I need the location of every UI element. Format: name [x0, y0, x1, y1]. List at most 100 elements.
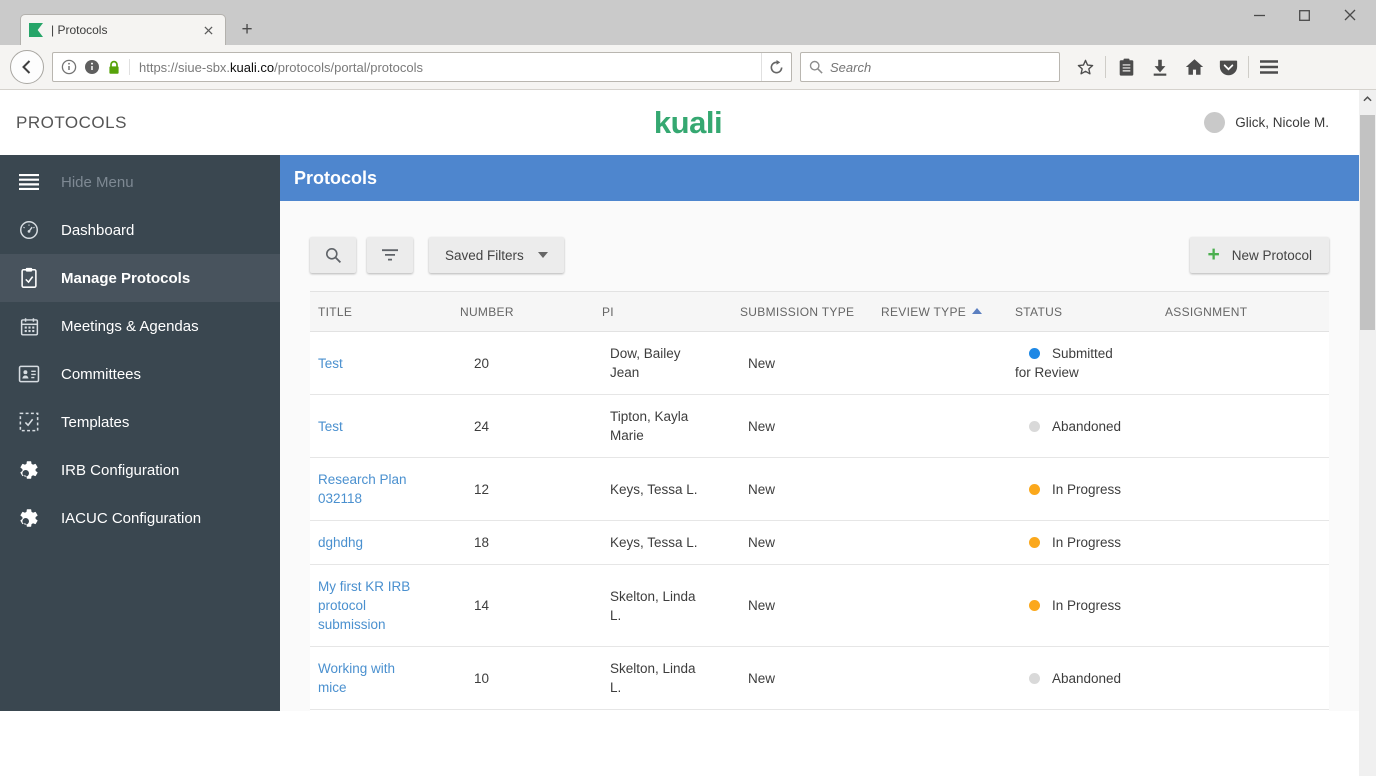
column-header-assignment[interactable]: ASSIGNMENT	[1157, 291, 1329, 332]
table-row: Research Plan 032118 12 Keys, Tessa L. New I…	[310, 457, 1329, 521]
scrollbar-thumb[interactable]	[1360, 115, 1375, 330]
browser-window: | Protocols + https://siue-sbx.kuali.co/…	[0, 0, 1376, 776]
new-tab-button[interactable]: +	[234, 19, 260, 41]
cell-pi: Skelton, Linda L.	[594, 564, 732, 647]
cell-status: Abandoned	[1007, 646, 1157, 710]
bookmarks-clipboard-icon[interactable]	[1109, 50, 1143, 84]
cell-assignment	[1157, 457, 1329, 521]
app-header: PROTOCOLS kuali Glick, Nicole M.	[0, 90, 1376, 155]
sidebar-item-templates[interactable]: Templates	[0, 398, 280, 446]
cell-title: Test	[310, 394, 452, 458]
minimize-button[interactable]	[1237, 2, 1282, 28]
user-menu[interactable]: Glick, Nicole M.	[1204, 112, 1329, 133]
reload-icon[interactable]	[761, 53, 791, 81]
kuali-logo: kuali	[653, 104, 723, 140]
downloads-icon[interactable]	[1143, 50, 1177, 84]
avatar	[1204, 112, 1226, 133]
cell-status: Abandoned	[1007, 394, 1157, 458]
column-header-title[interactable]: TITLE	[310, 291, 452, 332]
app-area: PROTOCOLS kuali Glick, Nicole M. Hide Me…	[0, 90, 1376, 776]
back-button[interactable]	[10, 50, 44, 84]
table-toolbar: Saved Filters + New Protocol	[310, 237, 1329, 273]
menu-hamburger-icon[interactable]	[1252, 50, 1286, 84]
protocol-title-link[interactable]: Working with mice	[318, 659, 413, 697]
saved-filters-dropdown[interactable]: Saved Filters	[429, 237, 564, 273]
tab-title: | Protocols	[51, 23, 108, 37]
table-row: dghdhg 18 Keys, Tessa L. New In Progress	[310, 520, 1329, 565]
permissions-icon[interactable]	[84, 59, 100, 75]
table-row: Like a boss22Andis, Jeremy ChristopherNe…	[310, 709, 1329, 711]
sidebar-item-manage-protocols[interactable]: Manage Protocols	[0, 254, 280, 302]
sidebar-item-meetings-agendas[interactable]: Meetings & Agendas	[0, 302, 280, 350]
search-input[interactable]	[830, 59, 1051, 75]
cell-pi: Tipton, Kayla Marie	[594, 394, 732, 458]
kuali-favicon-icon	[29, 23, 43, 37]
page-info-icon[interactable]	[61, 59, 77, 75]
user-name: Glick, Nicole M.	[1235, 115, 1329, 130]
cell-pi: Skelton, Linda L.	[594, 646, 732, 710]
gear-icon	[17, 458, 41, 482]
maximize-button[interactable]	[1282, 2, 1327, 28]
cell-pi: Keys, Tessa L.	[594, 520, 732, 565]
protocol-title-link[interactable]: Test	[318, 354, 343, 373]
cell-review-type	[873, 331, 1007, 395]
cell-title: Like a boss	[310, 709, 452, 711]
sidebar-item-iacuc-configuration[interactable]: IACUC Configuration	[0, 494, 280, 542]
cell-submission-type: New	[732, 564, 873, 647]
cell-number: 12	[452, 457, 594, 521]
home-icon[interactable]	[1177, 50, 1211, 84]
protocol-title-link[interactable]: dghdhg	[318, 533, 363, 552]
cell-submission-type: New	[732, 709, 873, 711]
column-header-status[interactable]: STATUS	[1007, 291, 1157, 332]
cell-number: 20	[452, 331, 594, 395]
cell-assignment	[1157, 394, 1329, 458]
table-search-button[interactable]	[310, 237, 356, 273]
url-bar[interactable]: https://siue-sbx.kuali.co/protocols/port…	[52, 52, 792, 82]
main-content: Protocols Saved Filters + New Protocol T…	[280, 155, 1359, 711]
sidebar-item-irb-configuration[interactable]: IRB Configuration	[0, 446, 280, 494]
secure-lock-icon[interactable]	[107, 60, 121, 75]
sidebar-item-hide-menu[interactable]: Hide Menu	[0, 158, 280, 206]
pocket-icon[interactable]	[1211, 50, 1245, 84]
cell-submission-type: New	[732, 394, 873, 458]
protocol-title-link[interactable]: My first KR IRB protocol submission	[318, 577, 413, 634]
sidebar-item-committees[interactable]: Committees	[0, 350, 280, 398]
column-header-submission-type[interactable]: SUBMISSION TYPE	[732, 291, 873, 332]
cell-title: Working with mice	[310, 646, 452, 710]
column-header-review-type[interactable]: REVIEW TYPE	[873, 291, 1007, 332]
protocol-title-link[interactable]: Test	[318, 417, 343, 436]
column-header-pi[interactable]: PI	[594, 291, 732, 332]
bookmark-star-icon[interactable]	[1068, 50, 1102, 84]
cell-title: Research Plan 032118	[310, 457, 452, 521]
close-button[interactable]	[1327, 2, 1372, 28]
new-protocol-button[interactable]: + New Protocol	[1190, 237, 1329, 273]
dashboard-icon	[17, 218, 41, 242]
chevron-down-icon	[537, 252, 548, 258]
cell-status: In Progress	[1007, 520, 1157, 565]
cell-pi: Dow, Bailey Jean	[594, 331, 732, 395]
table-row: Test 20 Dow, Bailey Jean New Submitted for R…	[310, 331, 1329, 395]
browser-search-box[interactable]	[800, 52, 1060, 82]
cell-status: Submitted for Review	[1007, 331, 1157, 395]
status-dot	[1029, 420, 1040, 432]
cell-status: In Progress	[1007, 457, 1157, 521]
cell-number: 10	[452, 646, 594, 710]
scrollbar-up-icon[interactable]	[1359, 90, 1376, 107]
filter-button[interactable]	[367, 237, 413, 273]
page-scrollbar[interactable]	[1359, 90, 1376, 776]
table-header-row: TITLE NUMBER PI SUBMISSION TYPE REVIEW TYPE S…	[310, 291, 1329, 332]
url-text[interactable]: https://siue-sbx.kuali.co/protocols/port…	[130, 60, 761, 75]
cell-status: In Progress	[1007, 564, 1157, 647]
column-header-number[interactable]: NUMBER	[452, 291, 594, 332]
status-dot	[1029, 483, 1040, 495]
status-dot	[1029, 537, 1040, 548]
protocol-title-link[interactable]: Research Plan 032118	[318, 470, 413, 508]
browser-tab[interactable]: | Protocols	[20, 14, 226, 45]
gear-icon	[17, 506, 41, 530]
contact-card-icon	[17, 362, 41, 386]
sidebar-item-dashboard[interactable]: Dashboard	[0, 206, 280, 254]
tab-close-icon[interactable]	[200, 24, 217, 37]
cell-title: dghdhg	[310, 520, 452, 565]
status-dot	[1029, 348, 1040, 359]
cell-assignment	[1157, 520, 1329, 565]
